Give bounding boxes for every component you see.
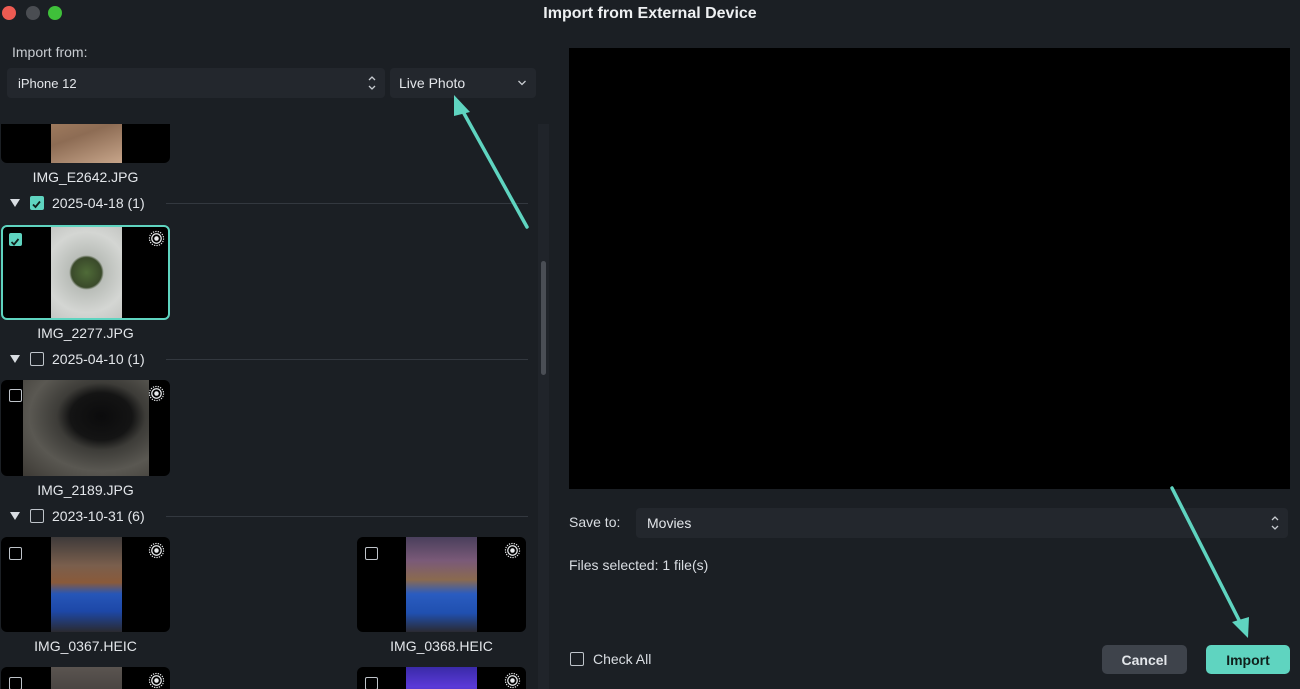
group-label: 2025-04-18 (1) <box>52 195 145 211</box>
group-checkbox[interactable] <box>30 352 44 366</box>
scrollbar-track[interactable] <box>538 124 549 689</box>
media-type-select[interactable]: Live Photo <box>390 68 536 98</box>
thumbnail-img-e2642[interactable] <box>1 124 170 163</box>
file-checkbox[interactable] <box>9 547 22 560</box>
cancel-button[interactable]: Cancel <box>1102 645 1187 674</box>
save-to-label: Save to: <box>569 514 621 530</box>
live-photo-icon <box>148 230 165 247</box>
thumbnail-img-0367[interactable] <box>1 537 170 632</box>
checkmark-icon <box>10 238 20 246</box>
preview-pane <box>569 48 1290 489</box>
checkmark-icon <box>32 200 41 209</box>
up-down-chevron-icon <box>368 76 376 90</box>
file-checkbox[interactable] <box>9 677 22 689</box>
media-type-select-value: Live Photo <box>399 75 466 91</box>
file-name: IMG_2277.JPG <box>37 325 134 341</box>
file-name: IMG_E2642.JPG <box>32 169 139 185</box>
live-photo-icon <box>504 542 521 559</box>
file-name: IMG_0368.HEIC <box>390 638 493 654</box>
files-selected-status: Files selected: 1 file(s) <box>569 557 709 573</box>
save-to-select[interactable]: Movies <box>636 508 1288 538</box>
thumbnail-img-2189[interactable] <box>1 380 170 476</box>
import-button[interactable]: Import <box>1206 645 1290 674</box>
photo-preview <box>23 380 149 476</box>
group-label: 2025-04-10 (1) <box>52 351 145 367</box>
file-name: IMG_2189.JPG <box>37 482 134 498</box>
photo-preview <box>406 537 477 632</box>
file-checkbox[interactable] <box>9 389 22 402</box>
import-from-label: Import from: <box>12 44 88 60</box>
group-divider <box>166 516 528 517</box>
disclosure-triangle-icon[interactable] <box>10 199 20 207</box>
date-group-2023-10-31: 2023-10-31 (6) <box>0 507 530 527</box>
scrollbar-thumb[interactable] <box>541 261 546 375</box>
thumbnail-partial[interactable] <box>357 667 526 689</box>
media-grid[interactable]: IMG_E2642.JPG 2025-04-18 (1) IMG_2277.JP… <box>0 124 548 689</box>
thumbnail-img-0368[interactable] <box>357 537 526 632</box>
file-checkbox[interactable] <box>365 677 378 689</box>
photo-preview <box>51 124 122 163</box>
thumbnail-img-2277[interactable] <box>1 225 170 320</box>
group-divider <box>166 203 528 204</box>
date-group-2025-04-10: 2025-04-10 (1) <box>0 350 530 370</box>
live-photo-icon <box>148 672 165 689</box>
photo-preview <box>51 227 122 318</box>
device-select[interactable]: iPhone 12 <box>7 68 385 98</box>
group-checkbox[interactable] <box>30 509 44 523</box>
live-photo-icon <box>148 385 165 402</box>
live-photo-icon <box>504 672 521 689</box>
thumbnail-partial[interactable] <box>1 667 170 689</box>
title-bar: Import from External Device <box>0 0 1300 30</box>
file-checkbox[interactable] <box>9 233 22 246</box>
photo-preview <box>406 667 477 689</box>
disclosure-triangle-icon[interactable] <box>10 512 20 520</box>
file-name: IMG_0367.HEIC <box>34 638 137 654</box>
file-checkbox[interactable] <box>365 547 378 560</box>
date-group-2025-04-18: 2025-04-18 (1) <box>0 194 530 214</box>
save-to-select-value: Movies <box>647 515 692 531</box>
group-label: 2023-10-31 (6) <box>52 508 145 524</box>
group-divider <box>166 359 528 360</box>
disclosure-triangle-icon[interactable] <box>10 355 20 363</box>
device-select-value: iPhone 12 <box>18 75 77 91</box>
chevron-down-icon <box>518 80 526 86</box>
check-all-label[interactable]: Check All <box>593 651 651 667</box>
window-title: Import from External Device <box>543 5 757 22</box>
up-down-chevron-icon <box>1271 516 1279 530</box>
live-photo-icon <box>148 542 165 559</box>
photo-preview <box>51 667 122 689</box>
check-all-checkbox[interactable] <box>570 652 584 666</box>
group-checkbox[interactable] <box>30 196 44 210</box>
photo-preview <box>51 537 122 632</box>
